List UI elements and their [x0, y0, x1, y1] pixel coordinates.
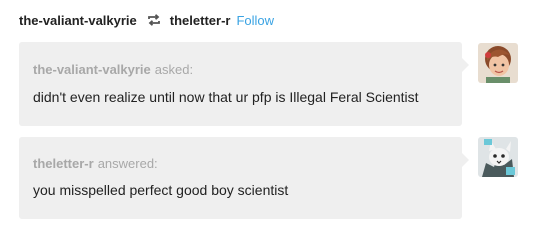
asker-avatar[interactable]: [478, 43, 518, 83]
answer-meta: theletter-r answered:: [33, 156, 158, 171]
answerer-avatar-image: [478, 137, 518, 177]
poster-username[interactable]: the-valiant-valkyrie: [19, 13, 137, 28]
asker-avatar-image: [478, 43, 518, 83]
reblog-icon: [147, 13, 161, 27]
answer-bubble: theletter-r answered: you misspelled perf…: [19, 137, 469, 219]
ask-bubble: the-valiant-valkyrie asked: didn't even r…: [19, 42, 469, 126]
ask-verb: asked:: [154, 62, 194, 77]
asker-name[interactable]: the-valiant-valkyrie: [33, 62, 151, 77]
answer-verb: answered:: [97, 156, 158, 171]
ask-text: didn't even realize until now that ur pf…: [33, 89, 419, 105]
answer-text: you misspelled perfect good boy scientis…: [33, 182, 289, 198]
reblogged-from-username[interactable]: theletter-r: [170, 13, 231, 28]
answerer-avatar[interactable]: [478, 137, 518, 177]
post-header: the-valiant-valkyrie theletter-r Follow: [19, 11, 274, 29]
follow-button[interactable]: Follow: [236, 13, 274, 28]
answerer-name[interactable]: theletter-r: [33, 156, 94, 171]
ask-meta: the-valiant-valkyrie asked:: [33, 62, 193, 77]
